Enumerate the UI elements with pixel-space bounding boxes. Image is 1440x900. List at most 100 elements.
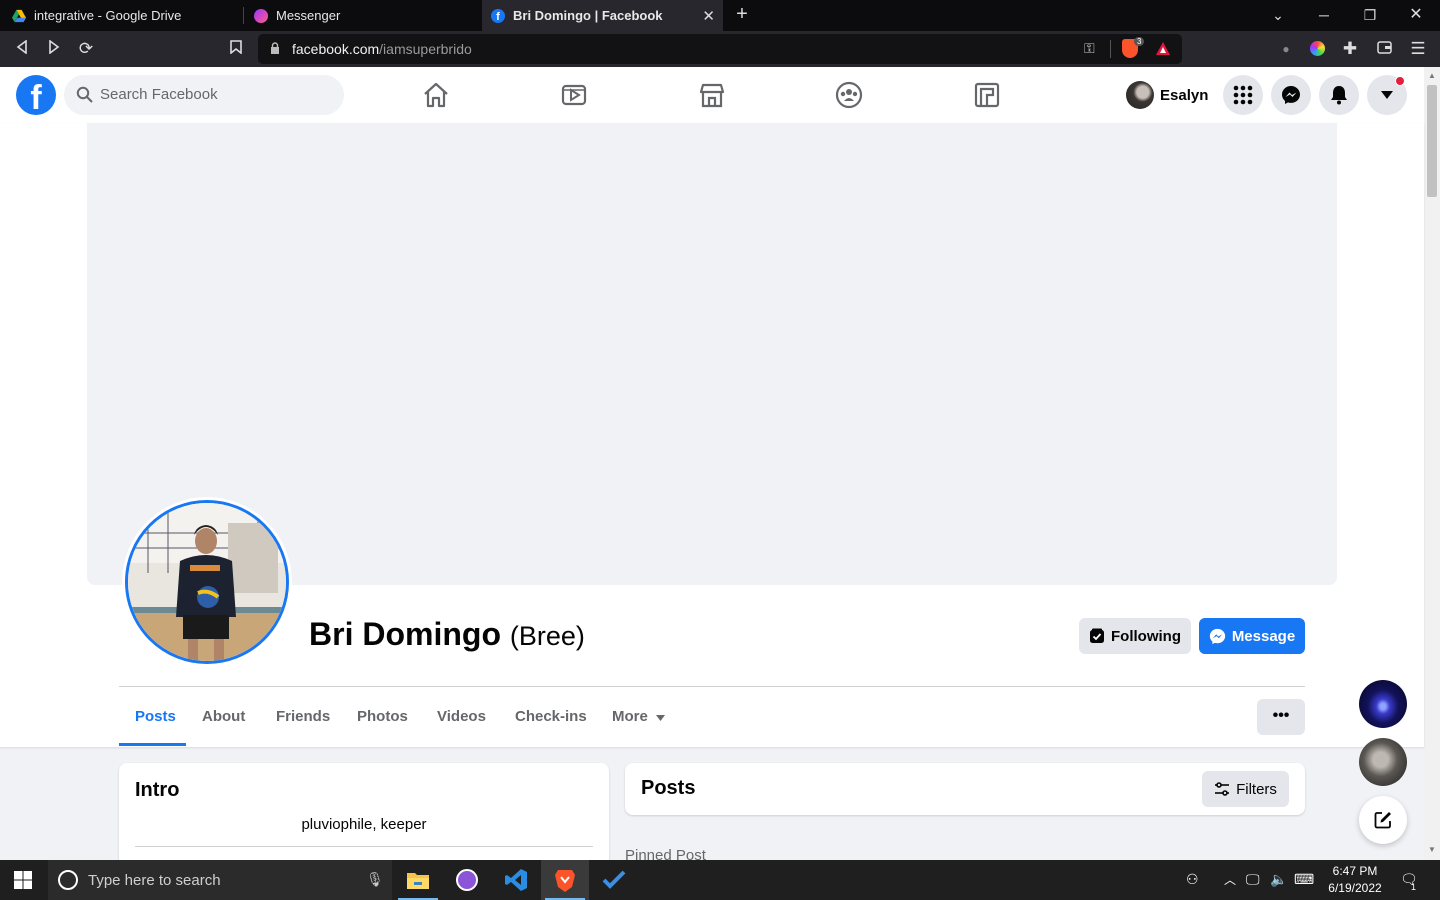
- microphone-icon[interactable]: 🎙: [366, 871, 384, 888]
- chat-head-contact[interactable]: [1359, 738, 1407, 786]
- google-drive-icon: [12, 9, 26, 22]
- profile-picture[interactable]: [122, 497, 292, 667]
- brave-browser-app[interactable]: [541, 860, 589, 900]
- search-icon: [76, 86, 93, 103]
- profile-picture-image: [125, 500, 289, 664]
- tab-google-drive[interactable]: integrative - Google Drive: [0, 0, 243, 31]
- filters-label: Filters: [1236, 780, 1277, 798]
- marketplace-icon[interactable]: [698, 81, 726, 109]
- taskbar-search-input[interactable]: Type here to search 🎙: [48, 860, 392, 900]
- forward-icon[interactable]: [43, 38, 65, 60]
- messenger-icon: [254, 8, 268, 23]
- scroll-down-arrow-icon[interactable]: ▼: [1428, 845, 1436, 854]
- following-button[interactable]: Following: [1079, 618, 1191, 654]
- vscode-app[interactable]: [492, 860, 540, 900]
- posts-header-card: Posts Filters: [625, 763, 1305, 815]
- profile-options-button[interactable]: •••: [1257, 699, 1305, 735]
- url-text: facebook.com/iamsuperbrido: [292, 41, 472, 57]
- following-label: Following: [1111, 627, 1181, 645]
- menu-button[interactable]: [1223, 75, 1263, 115]
- extension-icon[interactable]: ●: [1275, 38, 1297, 60]
- chevron-down-icon: [1381, 91, 1393, 99]
- wallet-icon[interactable]: [1373, 38, 1395, 60]
- tab-videos[interactable]: Videos: [437, 708, 486, 725]
- gaming-icon[interactable]: [973, 81, 1001, 109]
- profile-name: Bri Domingo (Bree): [309, 616, 585, 653]
- tab-posts[interactable]: Posts: [135, 708, 176, 725]
- search-input[interactable]: Search Facebook: [64, 75, 344, 115]
- search-placeholder: Search Facebook: [100, 86, 218, 103]
- grid-menu-icon: [1233, 85, 1253, 105]
- address-bar[interactable]: facebook.com/iamsuperbrido ⚿ 3: [258, 34, 1182, 64]
- key-icon[interactable]: ⚿: [1084, 40, 1095, 57]
- page-scrollbar[interactable]: ▲ ▼: [1424, 67, 1440, 860]
- messenger-button[interactable]: [1271, 75, 1311, 115]
- close-window-icon[interactable]: ✕: [1404, 4, 1428, 26]
- github-icon: [456, 869, 478, 891]
- cover-photo[interactable]: [87, 123, 1337, 585]
- show-hidden-icons-chevron-icon[interactable]: ︿: [1224, 871, 1236, 888]
- github-desktop-app[interactable]: [443, 860, 491, 900]
- url-host: facebook.com: [292, 41, 380, 57]
- tab-check-ins[interactable]: Check-ins: [515, 708, 587, 725]
- tab-facebook[interactable]: f Bri Domingo | Facebook ✕: [482, 0, 723, 31]
- brave-rewards-icon[interactable]: [1155, 41, 1171, 56]
- checkmark-icon: [602, 870, 626, 889]
- chat-head-contact[interactable]: [1359, 680, 1407, 728]
- folder-icon: [407, 873, 429, 889]
- bell-icon: [1331, 86, 1347, 105]
- browser-menu-icon[interactable]: ☰: [1407, 38, 1429, 60]
- windows-taskbar: Type here to search 🎙 ⚇ ︿ 🖵 🔈 ⌨ 6:47 PM …: [0, 860, 1440, 900]
- file-explorer-app[interactable]: [394, 860, 442, 900]
- puzzle-extensions-icon[interactable]: ✚: [1339, 38, 1361, 60]
- scroll-up-arrow-icon[interactable]: ▲: [1428, 71, 1436, 80]
- brave-lion-icon: [555, 869, 575, 892]
- tab-messenger[interactable]: Messenger: [244, 0, 482, 31]
- messenger-icon: [1282, 86, 1300, 104]
- color-extension-icon[interactable]: [1307, 38, 1329, 60]
- browser-toolbar: ⟳ facebook.com/iamsuperbrido ⚿ 3 ● ✚ ☰: [0, 31, 1440, 67]
- minimize-window-icon[interactable]: ─: [1312, 4, 1336, 26]
- restore-window-icon[interactable]: ❐: [1358, 4, 1382, 26]
- tab-more[interactable]: More: [612, 708, 666, 725]
- message-label: Message: [1231, 627, 1296, 645]
- cortana-icon: [58, 870, 78, 890]
- reload-icon[interactable]: ⟳: [75, 38, 97, 60]
- notifications-button[interactable]: [1319, 75, 1359, 115]
- url-path: /iamsuperbrido: [379, 41, 472, 57]
- tab-more-label: More: [612, 708, 648, 725]
- home-icon[interactable]: [422, 81, 450, 109]
- network-icon[interactable]: 🖵: [1246, 871, 1260, 888]
- people-icon[interactable]: ⚇: [1186, 871, 1199, 888]
- browser-tab-strip: integrative - Google Drive Messenger f B…: [0, 0, 1440, 31]
- todo-app[interactable]: [590, 860, 638, 900]
- taskbar-search-placeholder: Type here to search: [88, 872, 221, 889]
- volume-icon[interactable]: 🔈: [1270, 871, 1287, 888]
- tab-friends[interactable]: Friends: [276, 708, 330, 725]
- back-icon[interactable]: [11, 38, 33, 60]
- keyboard-icon[interactable]: ⌨: [1294, 871, 1314, 888]
- avatar: [1126, 81, 1154, 109]
- tab-about[interactable]: About: [202, 708, 245, 725]
- divider: [1110, 40, 1111, 58]
- message-button[interactable]: Message: [1199, 618, 1305, 654]
- taskbar-clock[interactable]: 6:47 PM 6/19/2022: [1322, 863, 1388, 897]
- scrollbar-thumb[interactable]: [1427, 85, 1437, 197]
- groups-icon[interactable]: [835, 81, 863, 109]
- intro-divider: [135, 846, 593, 847]
- tab-search-chevron-icon[interactable]: ⌄: [1266, 4, 1290, 26]
- clock-time: 6:47 PM: [1332, 864, 1378, 878]
- vscode-icon: [505, 869, 527, 891]
- profile-nickname: (Bree): [509, 621, 585, 651]
- close-tab-icon[interactable]: ✕: [702, 7, 715, 25]
- profile-shortcut[interactable]: Esalyn: [1126, 79, 1208, 111]
- windows-start-icon[interactable]: [14, 871, 32, 889]
- new-message-button[interactable]: [1359, 796, 1407, 844]
- tab-photos[interactable]: Photos: [357, 708, 408, 725]
- facebook-logo-icon[interactable]: f: [16, 75, 56, 115]
- watch-icon[interactable]: [560, 81, 588, 109]
- tab-title: integrative - Google Drive: [34, 8, 182, 23]
- bookmark-icon[interactable]: [225, 38, 247, 60]
- filters-button[interactable]: Filters: [1202, 771, 1289, 807]
- new-tab-icon[interactable]: +: [730, 3, 754, 25]
